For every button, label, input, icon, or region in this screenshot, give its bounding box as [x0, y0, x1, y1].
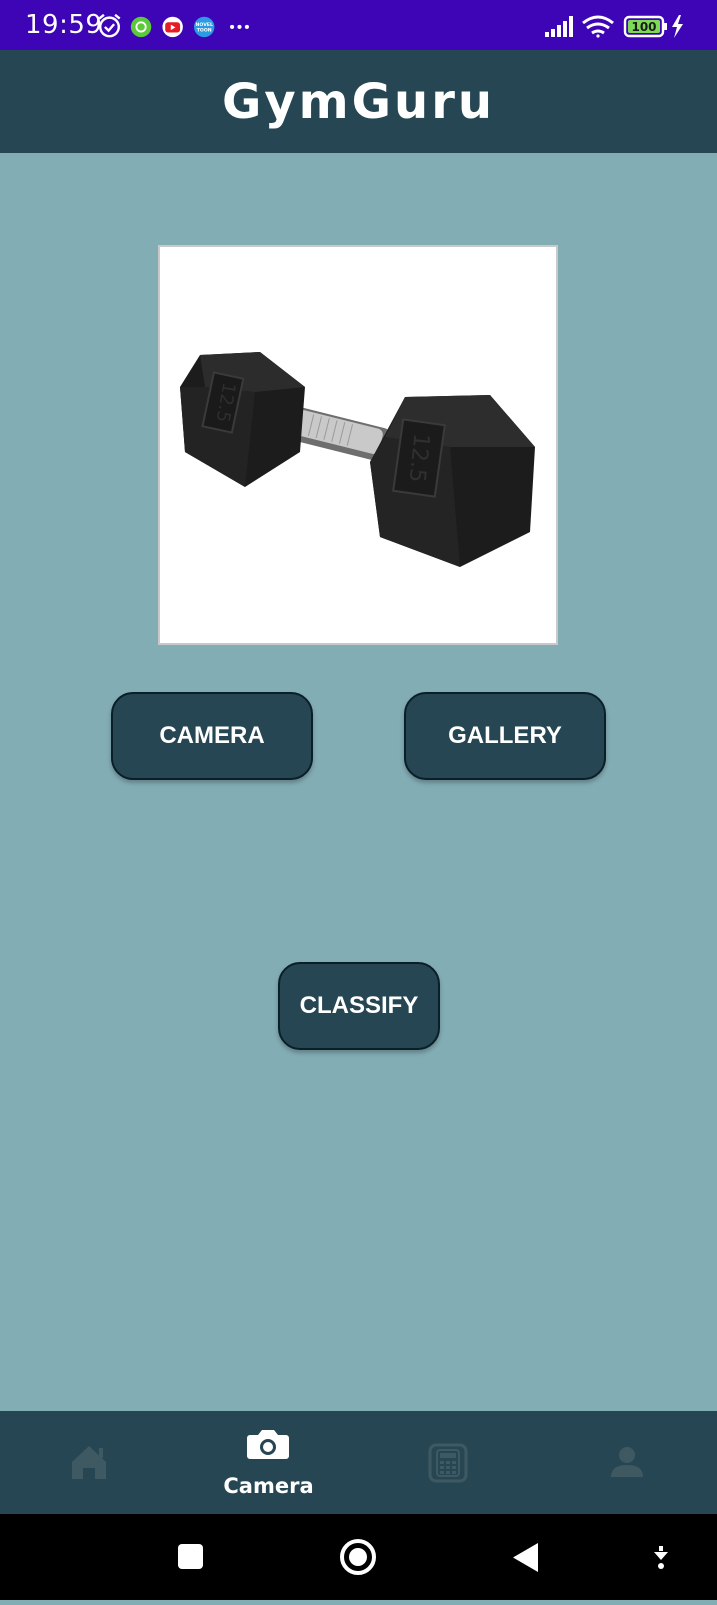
camera-icon — [247, 1430, 289, 1459]
wifi-icon — [582, 15, 614, 38]
more-dots-icon — [230, 24, 249, 29]
status-system-icons: 100 — [545, 15, 683, 38]
nav-item-calculator[interactable] — [358, 1411, 537, 1514]
app-logo-title: GymGuru — [221, 74, 496, 130]
status-bar: 19:59 NOVEL TOON 100 — [0, 0, 717, 50]
battery-icon: 100 — [623, 15, 667, 38]
gallery-button[interactable]: GALLERY — [404, 692, 606, 780]
classify-button[interactable]: CLASSIFY — [278, 962, 440, 1050]
svg-text:12.5: 12.5 — [404, 432, 434, 483]
bottom-navigation: Camera — [0, 1411, 717, 1514]
person-icon — [611, 1447, 643, 1477]
system-navigation-bar — [0, 1514, 717, 1600]
novel-toon-icon: NOVEL TOON — [194, 16, 215, 38]
svg-text:TOON: TOON — [197, 28, 212, 34]
charging-icon — [672, 15, 683, 38]
signal-icon — [545, 16, 573, 37]
chat-app-icon — [130, 16, 152, 38]
youtube-icon — [162, 16, 183, 38]
app-header: GymGuru — [0, 50, 717, 153]
svg-text:NOVEL: NOVEL — [196, 22, 213, 28]
system-nav-icons — [178, 1539, 668, 1575]
recents-icon — [178, 1544, 203, 1569]
home-circle-icon — [340, 1539, 376, 1575]
dumbbell-image: 12.5 12.5 — [180, 352, 535, 567]
svg-text:100: 100 — [631, 20, 656, 34]
camera-button[interactable]: CAMERA — [111, 692, 313, 780]
back-icon — [513, 1543, 538, 1572]
nav-item-home[interactable] — [0, 1411, 179, 1514]
keyboard-hide-icon — [654, 1546, 668, 1569]
nav-item-profile[interactable] — [537, 1411, 716, 1514]
home-icon — [72, 1446, 106, 1479]
nav-item-camera[interactable]: Camera — [179, 1411, 358, 1514]
status-notification-icons: NOVEL TOON — [98, 13, 249, 38]
nav-label-camera: Camera — [223, 1474, 314, 1498]
alarm-icon — [98, 13, 121, 38]
image-preview: 12.5 12.5 — [158, 245, 558, 645]
calculator-icon — [428, 1443, 468, 1483]
